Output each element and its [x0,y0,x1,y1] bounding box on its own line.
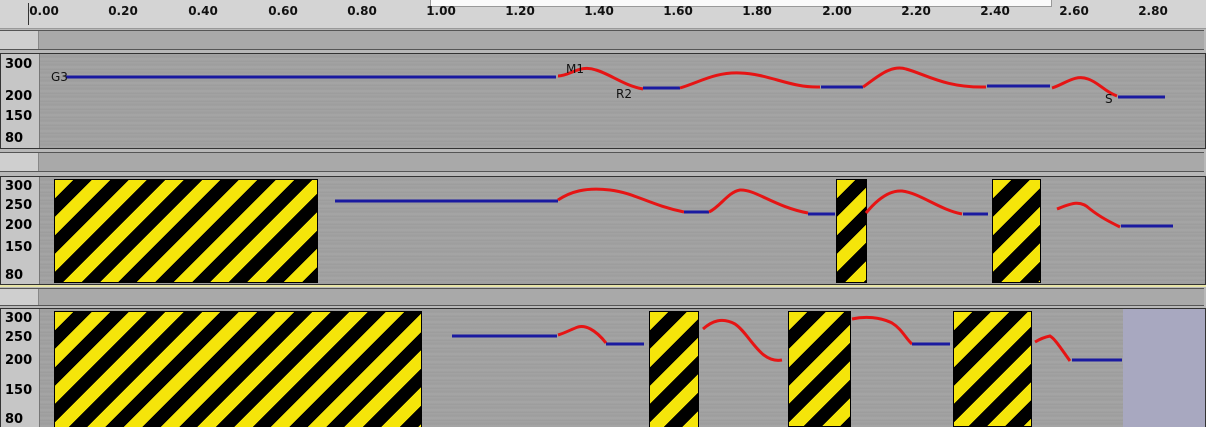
segment-label-g3: G3 [51,70,68,84]
tick-label: 1.20 [505,4,535,18]
axis-label: 200 [5,353,33,368]
axis-label: 200 [5,218,33,233]
tick-label: 0.60 [268,4,298,18]
axis-label: 200 [5,89,33,104]
tick-label: 1.00 [426,4,456,18]
contour-segment[interactable] [851,315,914,346]
contour-segment[interactable] [862,66,987,89]
tick-label: 2.20 [901,4,931,18]
track-2-strip-axis [0,153,39,171]
track-2-pitch-contour [335,187,1173,229]
tick-label: 0.20 [108,4,138,18]
contour-segment[interactable] [864,189,963,216]
axis-label: 250 [5,330,33,345]
tick-label: 0.00 [29,4,59,18]
contour-segment[interactable] [702,318,783,362]
contour-segment[interactable] [557,187,685,214]
track-1-pitch-contour [66,66,1165,99]
tick-label: 1.60 [663,4,693,18]
axis-label: 300 [5,311,33,326]
track-3-frequency-axis: 300 250 200 150 80 [1,309,40,427]
axis-label: 150 [5,109,33,124]
track-1-frequency-axis: 300 200 150 80 [1,54,40,148]
tick-label: 0.40 [188,4,218,18]
tick-label: 2.80 [1138,4,1168,18]
segment-label-r2: R2 [616,87,632,101]
track-3-strip-axis [0,289,39,305]
segment-label-s: S [1105,92,1113,106]
track-3-panel[interactable]: 300 250 200 150 80 [0,308,1206,427]
time-ruler[interactable]: 0.00 0.20 0.40 0.60 0.80 1.00 1.20 1.40 … [0,0,1206,29]
axis-label: 150 [5,240,33,255]
axis-label: 80 [5,412,24,427]
track-separator [0,285,1206,287]
track-1-panel[interactable]: 300 200 150 80 G3 M1 R2 S [0,53,1206,149]
track-1-strip[interactable] [0,30,1204,50]
track-1-spectrogram[interactable]: G3 M1 R2 S [40,54,1205,148]
axis-label: 300 [5,179,33,194]
axis-label: 80 [5,268,24,283]
contour-segment[interactable] [557,325,608,344]
axis-label: 150 [5,383,33,398]
tick-label: 2.60 [1059,4,1089,18]
track-2-frequency-axis: 300 250 200 150 80 [1,177,40,284]
tick-label: 2.40 [980,4,1010,18]
track-2-spectrogram[interactable] [40,177,1205,284]
contour-segment[interactable] [1056,201,1121,229]
track-3-spectrogram[interactable] [40,309,1205,427]
axis-label: 300 [5,57,33,72]
track-2-strip[interactable] [0,152,1204,172]
track-2-panel[interactable]: 300 250 200 150 80 [0,176,1206,285]
axis-label: 250 [5,198,33,213]
track-3-pitch-contour [452,315,1122,362]
tick-label: 1.80 [742,4,772,18]
segment-label-m1: M1 [566,62,584,76]
track-3-strip[interactable] [0,288,1204,306]
contour-segment[interactable] [708,188,809,215]
tick-label: 0.80 [347,4,377,18]
track-1-strip-axis [0,31,39,49]
tick-label: 2.00 [822,4,852,18]
contour-segment[interactable] [1034,334,1072,362]
pitch-editor-window: 0.00 0.20 0.40 0.60 0.80 1.00 1.20 1.40 … [0,0,1206,427]
tick-label: 1.40 [584,4,614,18]
contour-segment[interactable] [679,71,821,90]
axis-label: 80 [5,131,24,146]
